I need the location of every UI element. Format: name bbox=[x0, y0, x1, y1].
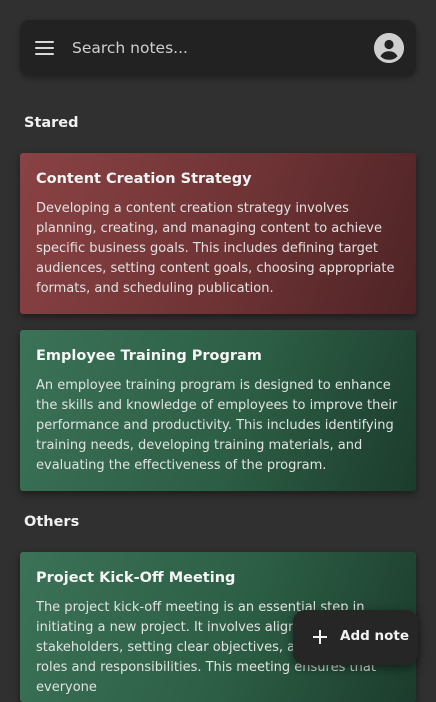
search-input[interactable] bbox=[72, 34, 362, 62]
section-title-starred: Stared bbox=[24, 115, 79, 131]
plus-icon bbox=[313, 630, 327, 644]
menu-icon[interactable] bbox=[35, 41, 54, 55]
note-card[interactable]: Content Creation Strategy Developing a c… bbox=[20, 153, 416, 314]
note-title: Project Kick-Off Meeting bbox=[36, 570, 236, 586]
add-note-label: Add note bbox=[340, 628, 409, 644]
section-title-others: Others bbox=[24, 514, 80, 530]
search-bar bbox=[20, 20, 416, 76]
note-card[interactable]: Employee Training Program An employee tr… bbox=[20, 330, 416, 491]
note-title: Content Creation Strategy bbox=[36, 171, 252, 187]
note-body: An employee training program is designed… bbox=[36, 378, 398, 473]
note-body: Developing a content creation strategy i… bbox=[36, 201, 395, 296]
account-icon[interactable] bbox=[374, 33, 404, 63]
add-note-button[interactable]: Add note bbox=[293, 610, 418, 665]
note-title: Employee Training Program bbox=[36, 348, 262, 364]
